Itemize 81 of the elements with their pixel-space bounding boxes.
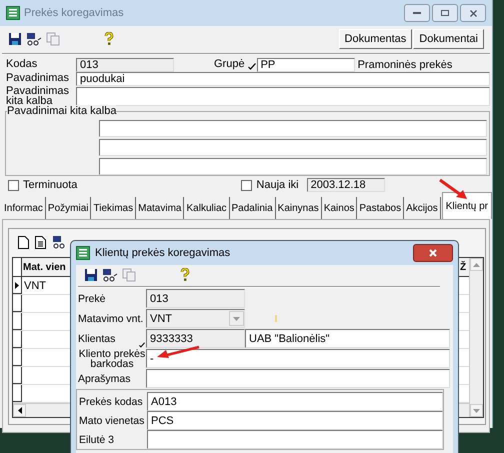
annotation-arrow: [156, 345, 200, 359]
code-field[interactable]: 013: [76, 58, 174, 72]
checkbox-label: Terminuota: [23, 179, 78, 191]
field-label: Pavadinimas: [6, 74, 70, 84]
vertical-scrollbar[interactable]: [469, 258, 483, 417]
group-field[interactable]: PP: [256, 58, 355, 72]
toolbar-button[interactable]: Dokumentai: [413, 29, 484, 49]
column-header[interactable]: Ž: [458, 258, 469, 276]
save-icon[interactable]: [84, 268, 98, 282]
close-button[interactable]: [413, 244, 453, 262]
tab[interactable]: Tiekimas: [91, 197, 136, 219]
unit-dropdown[interactable]: VNT: [146, 309, 245, 328]
network-icon[interactable]: [102, 268, 118, 282]
form-icon: [76, 246, 90, 260]
tab[interactable]: Klientų pr: [442, 192, 492, 219]
checkbox-label: Nauja iki: [256, 179, 299, 191]
text-field[interactable]: A013: [147, 392, 443, 411]
tab[interactable]: Kainos: [322, 197, 358, 219]
tab[interactable]: Akcijos: [404, 197, 441, 219]
maximize-button[interactable]: [432, 4, 458, 22]
field-label: Kodas: [6, 60, 38, 70]
text-field[interactable]: [147, 430, 443, 449]
tab[interactable]: Požymiai: [46, 197, 92, 219]
help-icon[interactable]: [104, 32, 114, 46]
client-name-field[interactable]: UAB "Balionėlis": [245, 329, 450, 348]
name-field[interactable]: puodukai: [76, 72, 490, 86]
tab[interactable]: Pastabos: [357, 197, 404, 219]
close-button[interactable]: [460, 4, 486, 22]
group-title: Pavadinimai kita kalba: [7, 105, 116, 117]
field-label: Mato vienetas: [79, 416, 146, 426]
up-arrow-icon[interactable]: [473, 262, 480, 266]
checkbox[interactable]: [8, 180, 19, 190]
close-icon: [429, 249, 437, 257]
field-label: Pavadinimas kita kalba: [6, 87, 70, 106]
name-field[interactable]: [76, 87, 490, 106]
group-description: Pramoninės prekės: [358, 59, 452, 71]
minimize-button[interactable]: [404, 4, 430, 22]
network-icon[interactable]: [26, 32, 42, 46]
field-label: Prekė: [78, 294, 106, 304]
minimize-icon: [413, 12, 421, 14]
text-field[interactable]: PCS: [147, 411, 443, 430]
down-arrow-icon[interactable]: [473, 408, 480, 412]
check-icon: [139, 342, 145, 348]
document-icon[interactable]: [35, 236, 46, 248]
help-icon[interactable]: [180, 268, 190, 282]
tab[interactable]: Informac: [2, 197, 46, 219]
field-label: Klientas: [78, 334, 116, 344]
field-label: Matavimo vnt.: [78, 314, 144, 324]
left-arrow-icon[interactable]: [18, 407, 22, 414]
translation-field[interactable]: [99, 158, 487, 175]
row-pointer-icon: [15, 282, 19, 288]
form-icon: [6, 6, 20, 20]
item-field[interactable]: 013: [146, 289, 245, 308]
field-label: Eilutė 3: [79, 434, 116, 444]
check-icon: [248, 63, 256, 70]
annotation-arrow: [438, 178, 468, 200]
field-label: Aprašymas: [78, 374, 132, 384]
close-icon: [470, 10, 476, 16]
checkbox[interactable]: [241, 180, 252, 190]
text-field[interactable]: [146, 369, 450, 388]
window-title: Prekės koregavimas: [24, 7, 124, 19]
window-title: Klientų prekės koregavimas: [95, 247, 230, 259]
save-icon[interactable]: [8, 32, 22, 46]
caret-icon: [233, 316, 240, 320]
column-header[interactable]: Mat. vien: [22, 258, 73, 276]
tab[interactable]: Matavima: [136, 197, 184, 219]
table-cell-text: VNT: [23, 278, 46, 294]
tab[interactable]: Kalkuliac: [184, 197, 230, 219]
field-label: Prekės kodas: [79, 396, 144, 406]
new-document-icon[interactable]: [18, 236, 29, 248]
tab[interactable]: Padalinia: [230, 197, 276, 219]
client-code-field[interactable]: 9333333: [146, 329, 245, 348]
text-field[interactable]: -: [146, 349, 450, 368]
field-label: Grupė: [214, 60, 245, 70]
translation-field[interactable]: [99, 139, 487, 156]
tab[interactable]: Kainynas: [276, 197, 322, 219]
maximize-icon: [441, 10, 449, 16]
translation-field[interactable]: [99, 120, 487, 137]
field-label: Kliento prekės barkodas: [78, 348, 146, 368]
toolbar-button[interactable]: Dokumentas: [338, 29, 412, 49]
date-field[interactable]: 2003.12.18: [306, 178, 385, 192]
